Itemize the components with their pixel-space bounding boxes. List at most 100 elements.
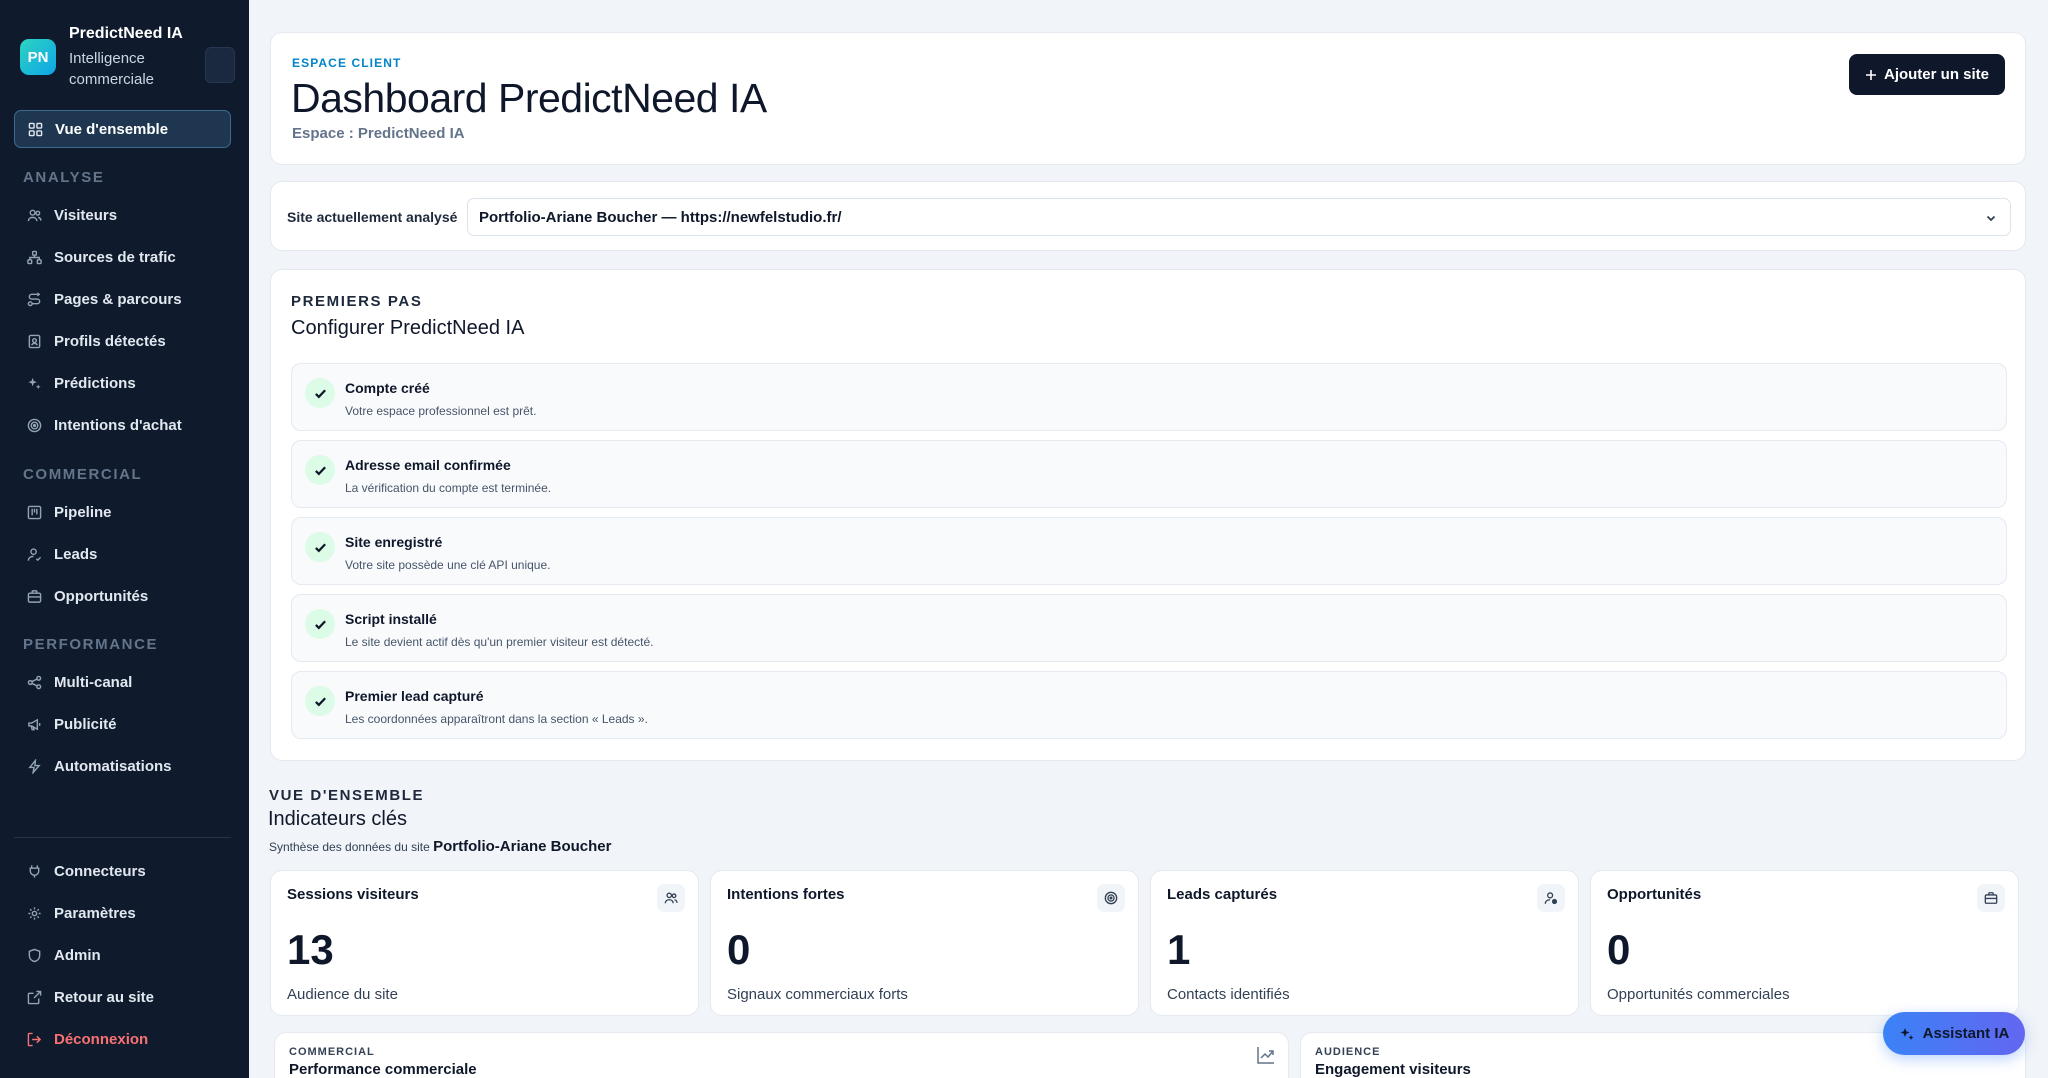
- page-header: ESPACE CLIENT Dashboard PredictNeed IA E…: [270, 32, 2026, 165]
- sidebar-item-visiteurs[interactable]: Visiteurs: [14, 196, 231, 234]
- sidebar-item-leads[interactable]: Leads: [14, 535, 231, 573]
- sidebar-item-opportunites[interactable]: Opportunités: [14, 577, 231, 615]
- step-desc: Votre espace professionnel est prêt.: [345, 404, 537, 418]
- overview-title: Indicateurs clés: [268, 808, 407, 830]
- sidebar-item-label: Pages & parcours: [54, 290, 182, 308]
- target-icon: [1097, 884, 1125, 912]
- sidebar-item-connecteurs[interactable]: Connecteurs: [14, 852, 231, 890]
- sidebar-item-pages[interactable]: Pages & parcours: [14, 280, 231, 318]
- page-title: Dashboard PredictNeed IA: [291, 75, 767, 121]
- sidebar-item-label: Intentions d'achat: [54, 416, 182, 434]
- sidebar-item-predictions[interactable]: Prédictions: [14, 364, 231, 402]
- sidebar-item-label: Automatisations: [54, 757, 172, 775]
- overview-eyebrow: VUE D'ENSEMBLE: [269, 787, 425, 804]
- kpi-title: Sessions visiteurs: [287, 886, 419, 903]
- step-item: Adresse email confirmée La vérification …: [291, 440, 2007, 508]
- sidebar-item-label: Admin: [54, 946, 101, 964]
- kpi-value: 1: [1167, 926, 1191, 973]
- user-check-icon: [1537, 884, 1565, 912]
- target-icon: [27, 418, 42, 432]
- overview-subtitle: Synthèse des données du site Portfolio-A…: [269, 838, 611, 855]
- grid-icon: [28, 122, 43, 136]
- step-desc: Votre site possède une clé API unique.: [345, 558, 551, 572]
- sidebar-item-label: Déconnexion: [54, 1030, 149, 1048]
- brand-logo[interactable]: PN: [20, 39, 56, 75]
- gear-icon: [28, 906, 41, 920]
- kpi-card-intentions: Intentions fortes 0 Signaux commerciaux …: [710, 870, 1139, 1016]
- kpi-title: Opportunités: [1607, 886, 1702, 903]
- sidebar-item-admin[interactable]: Admin: [14, 936, 231, 974]
- step-title: Adresse email confirmée: [345, 457, 511, 473]
- sidebar-item-label: Profils détectés: [54, 332, 166, 350]
- kpi-desc: Audience du site: [287, 986, 398, 1003]
- sidebar: PN PredictNeed IA Intelligence commercia…: [0, 0, 249, 1078]
- logout-icon: [27, 1032, 42, 1046]
- card-title: Engagement visiteurs: [1315, 1061, 1471, 1078]
- site-selector-label: Site actuellement analysé: [287, 209, 458, 225]
- site-select-value: Portfolio-Ariane Boucher — https://newfe…: [479, 208, 842, 226]
- check-icon: [305, 378, 335, 408]
- kpi-value: 0: [1607, 926, 1631, 973]
- sidebar-item-label: Pipeline: [54, 503, 112, 521]
- bolt-icon: [28, 758, 41, 774]
- kpi-card-opportunites: Opportunités 0 Opportunités commerciales: [1590, 870, 2019, 1016]
- kpi-title: Leads capturés: [1167, 886, 1278, 903]
- overview-subtitle-prefix: Synthèse des données du site: [269, 840, 430, 854]
- sidebar-item-sources[interactable]: Sources de trafic: [14, 238, 231, 276]
- sidebar-item-label: Prédictions: [54, 374, 136, 392]
- kanban-icon: [27, 505, 42, 519]
- step-title: Script installé: [345, 611, 437, 627]
- card-title: Performance commerciale: [289, 1061, 477, 1078]
- step-desc: Les coordonnées apparaîtront dans la sec…: [345, 712, 648, 726]
- kpi-desc: Signaux commerciaux forts: [727, 986, 908, 1003]
- sidebar-item-label: Multi-canal: [54, 673, 133, 691]
- sidebar-item-intentions[interactable]: Intentions d'achat: [14, 406, 231, 444]
- brand-subtitle: Intelligence commerciale: [69, 50, 155, 88]
- sidebar-item-pipeline[interactable]: Pipeline: [14, 493, 231, 531]
- sidebar-item-overview[interactable]: Vue d'ensemble: [14, 110, 231, 148]
- sidebar-item-publicite[interactable]: Publicité: [14, 705, 231, 743]
- sitemap-icon: [27, 250, 42, 264]
- step-desc: Le site devient actif dès qu'un premier …: [345, 635, 654, 649]
- assistant-ia-button[interactable]: Assistant IA: [1883, 1012, 2025, 1055]
- brand: PN PredictNeed IA Intelligence commercia…: [20, 22, 235, 92]
- site-select[interactable]: Portfolio-Ariane Boucher — https://newfe…: [467, 198, 2011, 236]
- kpi-title: Intentions fortes: [727, 886, 845, 903]
- add-site-label: Ajouter un site: [1883, 66, 1989, 83]
- sidebar-item-label: Paramètres: [54, 904, 136, 922]
- sidebar-item-retour-site[interactable]: Retour au site: [14, 978, 231, 1016]
- briefcase-icon: [1977, 884, 2005, 912]
- sidebar-item-label: Leads: [54, 545, 98, 563]
- sidebar-item-multicanal[interactable]: Multi-canal: [14, 663, 231, 701]
- sidebar-item-label: Vue d'ensemble: [55, 120, 169, 138]
- nav-section-analyse: ANALYSE: [23, 169, 105, 186]
- sidebar-item-label: Connecteurs: [54, 862, 146, 880]
- step-title: Site enregistré: [345, 534, 443, 550]
- step-desc: La vérification du compte est terminée.: [345, 481, 552, 495]
- header-eyebrow: ESPACE CLIENT: [292, 56, 402, 70]
- getting-started-card: PREMIERS PAS Configurer PredictNeed IA C…: [270, 269, 2026, 761]
- sidebar-divider: [14, 837, 231, 838]
- step-item: Script installé Le site devient actif dè…: [291, 594, 2007, 662]
- sparkles-icon: [28, 377, 41, 389]
- sidebar-item-parametres[interactable]: Paramètres: [14, 894, 231, 932]
- sidebar-item-deconnexion[interactable]: Déconnexion: [14, 1020, 231, 1058]
- sidebar-collapse-button[interactable]: [205, 47, 235, 83]
- step-item: Compte créé Votre espace professionnel e…: [291, 363, 2007, 431]
- page-subtitle: Espace : PredictNeed IA: [292, 125, 465, 142]
- trend-chart-icon: [1257, 1047, 1274, 1064]
- sidebar-item-label: Visiteurs: [54, 206, 118, 224]
- kpi-card-sessions: Sessions visiteurs 13 Audience du site: [270, 870, 699, 1016]
- kpi-card-leads: Leads capturés 1 Contacts identifiés: [1150, 870, 1579, 1016]
- assistant-label: Assistant IA: [1922, 1025, 2010, 1042]
- kpi-value: 13: [287, 926, 334, 973]
- chevron-down-icon: [1986, 215, 1996, 222]
- nav-section-performance: PERFORMANCE: [23, 636, 159, 653]
- sidebar-item-profils[interactable]: Profils détectés: [14, 322, 231, 360]
- sidebar-item-label: Retour au site: [54, 988, 155, 1006]
- check-icon: [305, 609, 335, 639]
- user-check-icon: [27, 547, 42, 561]
- add-site-button[interactable]: Ajouter un site: [1848, 54, 2005, 95]
- sidebar-item-automatisations[interactable]: Automatisations: [14, 747, 231, 785]
- step-item: Site enregistré Votre site possède une c…: [291, 517, 2007, 585]
